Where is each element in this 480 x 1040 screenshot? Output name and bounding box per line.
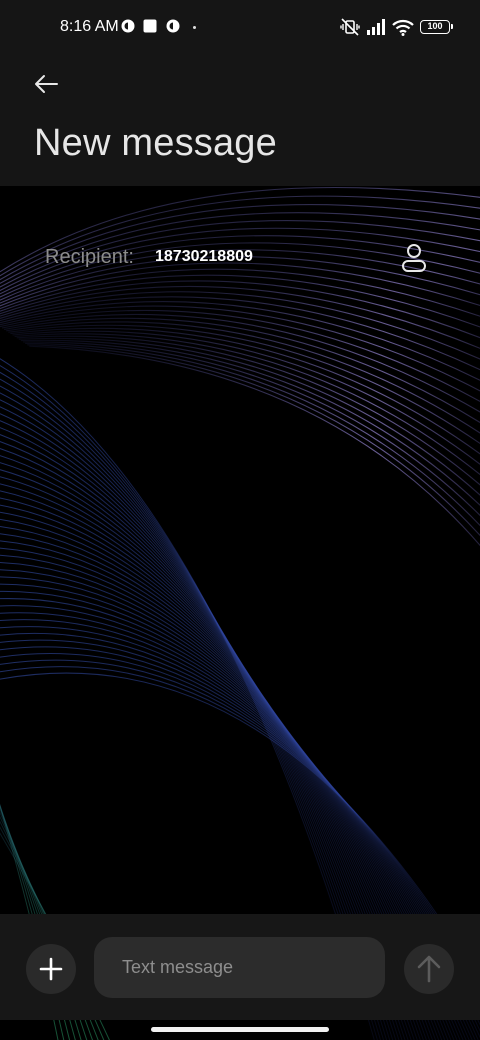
compose-bar (0, 914, 480, 1020)
dot-icon (193, 26, 196, 29)
recipient-row[interactable]: Recipient: 18730218809 (0, 236, 480, 282)
battery-icon: 100 (420, 20, 453, 34)
wallpaper-line (0, 291, 480, 360)
signal-icon (367, 19, 385, 35)
status-icons: 100 (340, 16, 453, 38)
message-input[interactable] (94, 937, 385, 998)
screen: 8:16 AM 100 New message Recipient: 18730… (0, 0, 480, 1040)
wallpaper-line (14, 333, 480, 476)
add-attachment-button[interactable] (26, 944, 76, 994)
notification-c-icon (166, 19, 180, 33)
notification-square-icon (143, 19, 157, 33)
home-indicator[interactable] (151, 1027, 329, 1032)
contact-picker-button[interactable] (396, 240, 432, 276)
back-button[interactable] (26, 64, 66, 104)
vibrate-mute-icon (340, 18, 360, 36)
plus-icon (39, 957, 63, 981)
wallpaper-background (0, 186, 480, 1040)
arrow-up-icon (417, 955, 441, 983)
status-time: 8:16 AM (60, 18, 119, 35)
person-icon (402, 244, 426, 272)
back-arrow-icon (35, 75, 58, 93)
wallpaper-line (25, 342, 480, 527)
recipient-label: Recipient: (45, 246, 134, 268)
notification-c-icon (121, 19, 135, 33)
wallpaper-line (0, 285, 480, 349)
wallpaper-line (12, 330, 480, 465)
send-button[interactable] (404, 944, 454, 994)
status-bar: 8:16 AM 100 (0, 0, 480, 56)
wifi-icon (392, 19, 414, 36)
header: New message (0, 56, 480, 186)
page-title: New message (34, 122, 277, 164)
recipient-value[interactable]: 18730218809 (155, 248, 253, 266)
